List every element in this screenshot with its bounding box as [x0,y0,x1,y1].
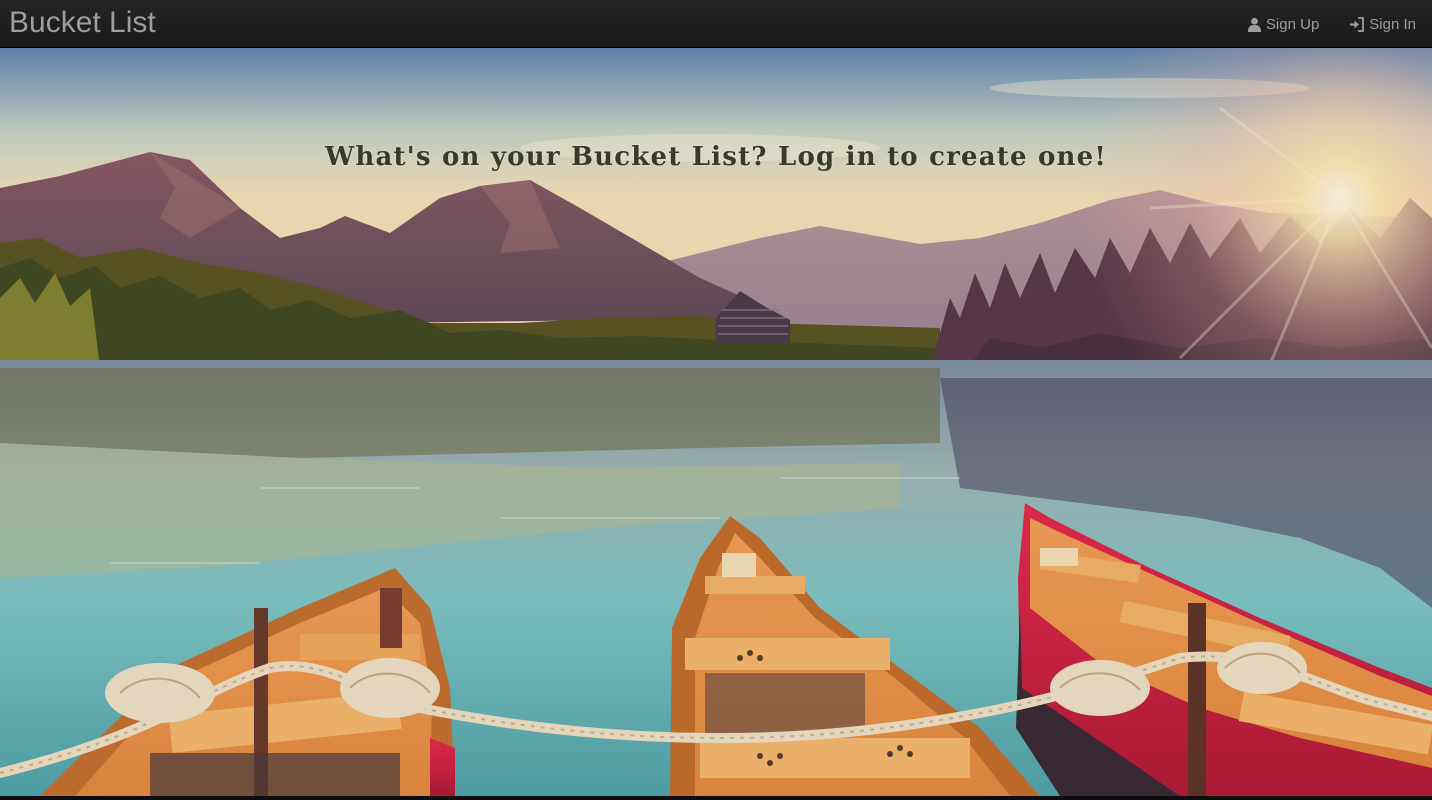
sign-in-link[interactable]: Sign In [1349,16,1416,33]
sign-up-link[interactable]: Sign Up [1247,16,1319,33]
footer-strip [0,796,1432,800]
brand-link[interactable]: Bucket List [9,6,156,40]
navbar: Bucket List Sign Up Sign In [0,0,1432,48]
sign-in-label: Sign In [1369,15,1416,33]
sign-up-label: Sign Up [1265,15,1320,33]
sign-in-icon [1349,16,1365,32]
hero-section: What's on your Bucket List? Log in to cr… [0,48,1432,796]
hero-headline: What's on your Bucket List? Log in to cr… [324,142,1108,172]
nav-links: Sign Up Sign In [1247,0,1416,48]
user-icon [1247,17,1262,32]
